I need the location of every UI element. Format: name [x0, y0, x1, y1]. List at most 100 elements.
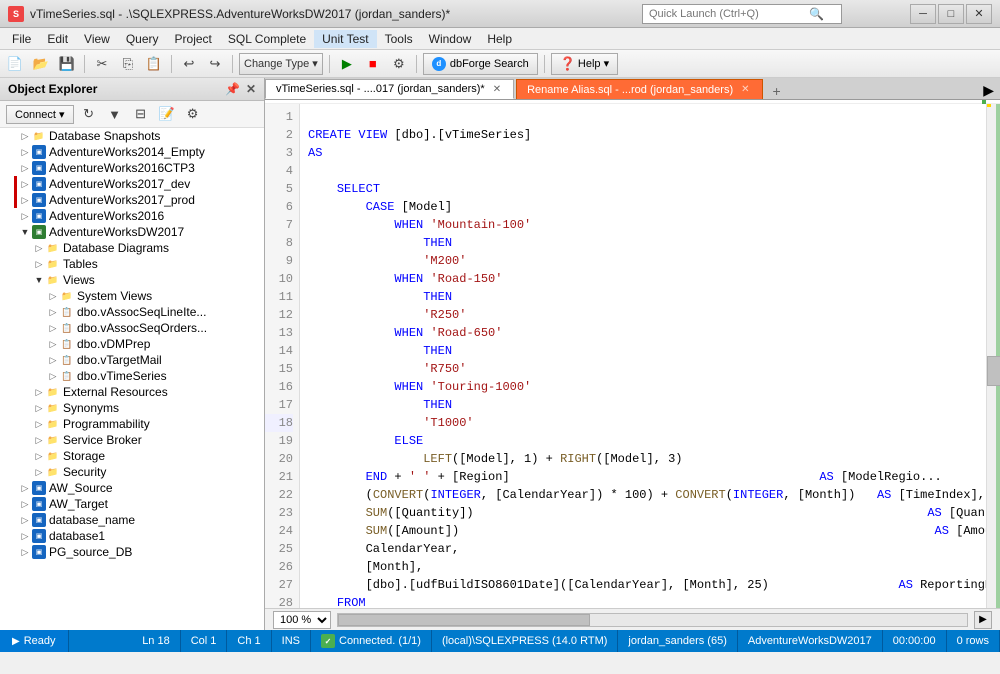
expander-db-diagrams: ▷ — [32, 241, 46, 255]
tree-item-pgsource[interactable]: ▷ ▣ PG_source_DB — [14, 544, 264, 560]
tree-item-views[interactable]: ▼ 📁 Views — [28, 272, 264, 288]
connect-button[interactable]: Connect ▾ — [6, 105, 74, 124]
scroll-right-btn[interactable]: ▶ — [974, 611, 992, 629]
tree-item-awtarget[interactable]: ▷ ▣ AW_Target — [14, 496, 264, 512]
tab-vtimeseries-close[interactable]: ✕ — [491, 84, 503, 95]
expander-tables: ▷ — [32, 257, 46, 271]
tree-label-synonyms: Synonyms — [63, 401, 119, 415]
tree-item-database1[interactable]: ▷ ▣ database1 — [14, 528, 264, 544]
tree-item-vassocseqorders[interactable]: ▷ 📋 dbo.vAssocSeqOrders... — [42, 320, 264, 336]
oe-collapse[interactable]: ⊟ — [130, 104, 152, 124]
oe-refresh-all[interactable]: ↻ — [78, 104, 100, 124]
tree-item-security[interactable]: ▷ 📁 Security — [28, 464, 264, 480]
oe-new-query[interactable]: 📝 — [156, 104, 178, 124]
tree-item-dbname[interactable]: ▷ ▣ database_name — [14, 512, 264, 528]
toolbar-stop[interactable]: ■ — [362, 54, 384, 74]
tree-item-vassocseqline[interactable]: ▷ 📋 dbo.vAssocSeqLineIte... — [42, 304, 264, 320]
zoom-select[interactable]: 100 % 75 % 125 % 150 % — [273, 611, 331, 629]
view-icon-vassocseqorders: 📋 — [60, 321, 74, 335]
tree-item-awdw2017[interactable]: ▼ ▣ AdventureWorksDW2017 — [14, 224, 264, 240]
line-numbers: 1 2 3 4 5 6 7 8 9 10 11 12 13 14 15 16 1 — [265, 104, 300, 608]
tab-rename-alias[interactable]: Rename Alias.sql - ...rod (jordan_sander… — [516, 79, 762, 99]
toolbar-paste[interactable]: 📋 — [143, 54, 165, 74]
maximize-button[interactable]: □ — [938, 4, 964, 24]
line-num-7: 7 — [265, 216, 293, 234]
expander-vtargetmail: ▷ — [46, 353, 60, 367]
line-num-4: 4 — [265, 162, 293, 180]
tab-rename-alias-close[interactable]: ✕ — [739, 84, 751, 95]
tree-item-system-views[interactable]: ▷ 📁 System Views — [42, 288, 264, 304]
change-type-label[interactable]: Change Type ▾ — [239, 53, 323, 75]
tree-label-security: Security — [63, 465, 106, 479]
horizontal-scrollbar[interactable] — [337, 613, 968, 627]
tree-item-awsource[interactable]: ▷ ▣ AW_Source — [14, 480, 264, 496]
toolbar-run[interactable]: ▶ — [336, 54, 358, 74]
menu-sql-complete[interactable]: SQL Complete — [220, 30, 314, 48]
scroll-top-indicator — [982, 100, 986, 104]
tree-item-aw2017prod[interactable]: ▷ ▣ AdventureWorks2017_prod — [14, 192, 264, 208]
pin-icon[interactable]: 📌 — [225, 82, 240, 96]
folder-icon-storage: 📁 — [46, 449, 60, 463]
status-rows-text: 0 rows — [957, 635, 989, 647]
tree-item-synonyms[interactable]: ▷ 📁 Synonyms — [28, 400, 264, 416]
code-content[interactable]: 1 2 3 4 5 6 7 8 9 10 11 12 13 14 15 16 1 — [265, 104, 1000, 608]
tree-item-aw2016[interactable]: ▷ ▣ AdventureWorks2016 — [14, 208, 264, 224]
tree-item-aw2017dev[interactable]: ▷ ▣ AdventureWorks2017_dev — [14, 176, 264, 192]
tree-item-db-snapshots[interactable]: ▷ 📁 Database Snapshots — [14, 128, 264, 144]
tree-item-vdmprep[interactable]: ▷ 📋 dbo.vDMPrep — [42, 336, 264, 352]
tree-item-service-broker[interactable]: ▷ 📁 Service Broker — [28, 432, 264, 448]
tree-item-tables[interactable]: ▷ 📁 Tables — [28, 256, 264, 272]
tab-scroll-right[interactable]: ▶ — [977, 82, 1000, 99]
tree-item-vtargetmail[interactable]: ▷ 📋 dbo.vTargetMail — [42, 352, 264, 368]
minimize-button[interactable]: ─ — [910, 4, 936, 24]
tab-vtimeseries-label: vTimeSeries.sql - ....017 (jordan_sander… — [276, 83, 485, 95]
tree-item-aw2014[interactable]: ▷ ▣ AdventureWorks2014_Empty — [14, 144, 264, 160]
code-textarea[interactable]: CREATE VIEW [dbo].[vTimeSeries] AS SELEC… — [300, 104, 986, 608]
tab-vtimeseries[interactable]: vTimeSeries.sql - ....017 (jordan_sander… — [265, 79, 514, 99]
search-input[interactable] — [649, 8, 809, 20]
oe-properties[interactable]: ⚙ — [182, 104, 204, 124]
menu-unit-test[interactable]: Unit Test — [314, 30, 376, 48]
toolbar-copy[interactable]: ⎘ — [117, 54, 139, 74]
add-tab-button[interactable]: + — [765, 83, 789, 99]
dbforge-search-button[interactable]: d dbForge Search — [423, 53, 538, 75]
line-num-10: 10 — [265, 270, 293, 288]
quick-launch-search[interactable]: 🔍 — [642, 4, 842, 24]
menu-tools[interactable]: Tools — [377, 30, 421, 48]
tree-item-ext-resources[interactable]: ▷ 📁 External Resources — [28, 384, 264, 400]
right-indicators[interactable] — [986, 104, 1000, 608]
toolbar-open[interactable]: 📂 — [30, 54, 52, 74]
tree-item-aw2016ctp[interactable]: ▷ ▣ AdventureWorks2016CTP3 — [14, 160, 264, 176]
menu-file[interactable]: File — [4, 30, 39, 48]
toolbar-cut[interactable]: ✂ — [91, 54, 113, 74]
menu-view[interactable]: View — [76, 30, 118, 48]
status-ins-text: INS — [282, 635, 300, 647]
object-explorer-header: Object Explorer 📌 ✕ — [0, 78, 264, 101]
db-icon-database1: ▣ — [32, 529, 46, 543]
oe-filter[interactable]: ▼ — [104, 104, 126, 124]
oe-close-icon[interactable]: ✕ — [246, 82, 256, 96]
menu-window[interactable]: Window — [421, 30, 480, 48]
expander-awsource: ▷ — [18, 481, 32, 495]
tree-item-storage[interactable]: ▷ 📁 Storage — [28, 448, 264, 464]
toolbar-redo[interactable]: ↪ — [204, 54, 226, 74]
toolbar-debug[interactable]: ⚙ — [388, 54, 410, 74]
line-num-17: 17 — [265, 396, 293, 414]
db-icon-pgsource: ▣ — [32, 545, 46, 559]
close-button[interactable]: ✕ — [966, 4, 992, 24]
toolbar-undo[interactable]: ↩ — [178, 54, 200, 74]
line-num-8: 8 — [265, 234, 293, 252]
tree-item-vtimeseries[interactable]: ▷ 📋 dbo.vTimeSeries — [42, 368, 264, 384]
menu-edit[interactable]: Edit — [39, 30, 76, 48]
tree-label-vtimeseries: dbo.vTimeSeries — [77, 369, 167, 383]
menu-project[interactable]: Project — [167, 30, 220, 48]
menu-help[interactable]: Help — [479, 30, 520, 48]
toolbar-new[interactable]: 📄 — [4, 54, 26, 74]
toolbar-save[interactable]: 💾 — [56, 54, 78, 74]
minimap-thumb[interactable] — [987, 356, 1000, 386]
tree-item-db-diagrams[interactable]: ▷ 📁 Database Diagrams — [28, 240, 264, 256]
tree-label-awtarget: AW_Target — [49, 497, 108, 511]
help-button[interactable]: ❓ Help ▾ — [551, 53, 618, 75]
menu-query[interactable]: Query — [118, 30, 167, 48]
tree-item-programmability[interactable]: ▷ 📁 Programmability — [28, 416, 264, 432]
